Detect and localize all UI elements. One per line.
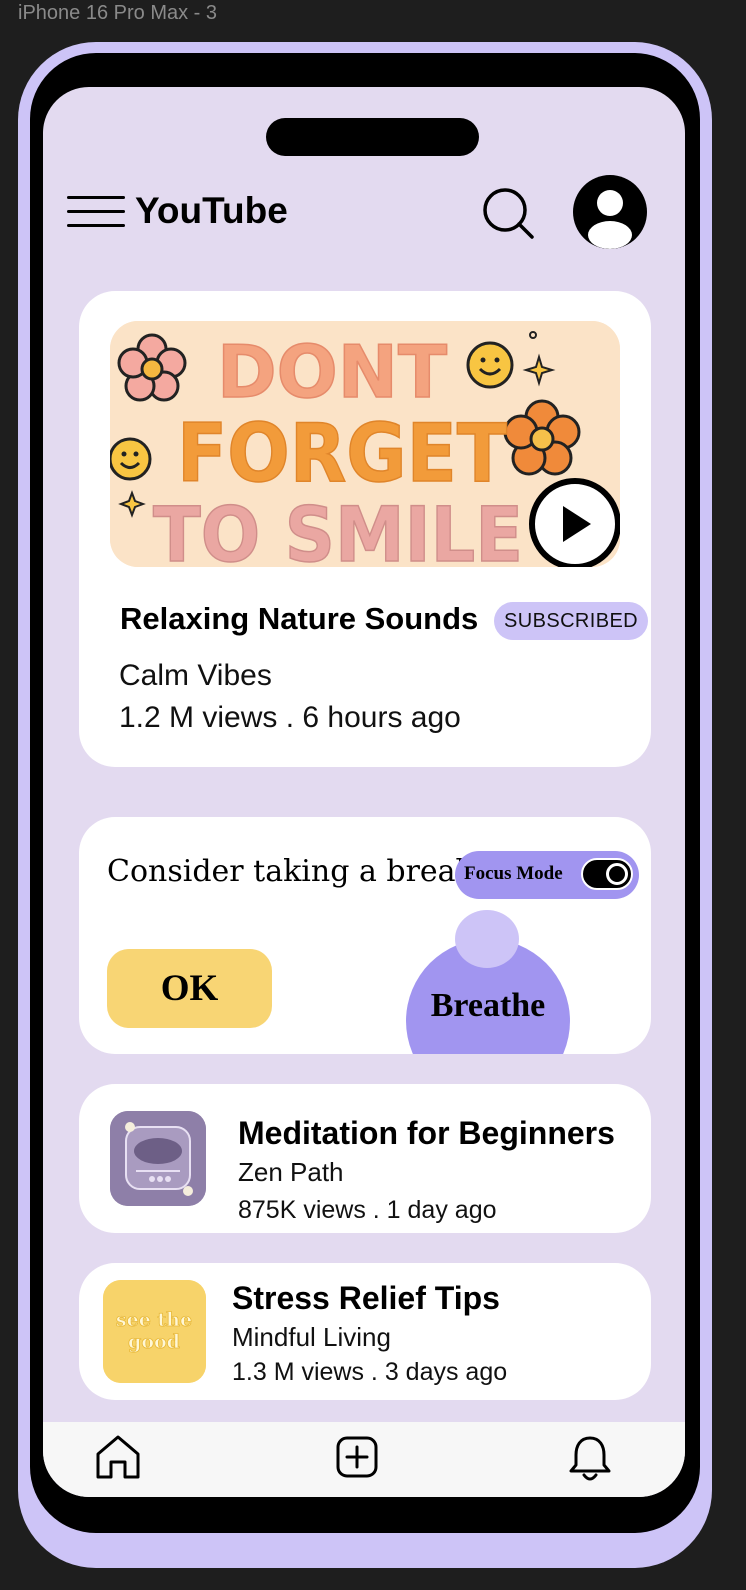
bottom-navigation bbox=[43, 1422, 685, 1497]
play-button[interactable] bbox=[529, 478, 620, 567]
video-title[interactable]: Relaxing Nature Sounds bbox=[120, 601, 478, 637]
thumbnail-text-line-2: good bbox=[128, 1331, 180, 1353]
thumbnail-text-line-1: see the bbox=[116, 1309, 192, 1331]
toggle-switch[interactable] bbox=[581, 858, 633, 890]
video-title[interactable]: Meditation for Beginners bbox=[238, 1115, 615, 1152]
focus-mode-toggle[interactable]: Focus Mode bbox=[455, 851, 639, 899]
break-reminder-card: Consider taking a break Focus Mode OK Br… bbox=[79, 817, 651, 1054]
video-meta: 1.3 M views . 3 days ago bbox=[232, 1358, 508, 1386]
breathe-bubble-decoration bbox=[455, 910, 519, 968]
thumbnail-text-line-3: TO SMILE bbox=[153, 490, 523, 567]
video-meta: 875K views . 1 day ago bbox=[238, 1196, 497, 1224]
video-channel[interactable]: Zen Path bbox=[238, 1157, 344, 1188]
add-icon[interactable] bbox=[335, 1435, 379, 1479]
video-channel[interactable]: Mindful Living bbox=[232, 1322, 391, 1353]
search-icon[interactable] bbox=[480, 185, 538, 243]
video-meta: 1.2 M views . 6 hours ago bbox=[119, 701, 461, 734]
break-message: Consider taking a break bbox=[107, 854, 474, 889]
home-icon[interactable] bbox=[93, 1432, 143, 1482]
subscribed-badge[interactable]: SUBSCRIBED bbox=[494, 602, 649, 640]
thumbnail-text-line-1: DONT bbox=[217, 330, 447, 414]
phone-screen: YouTube DONT FORGET TO SMILE Relaxing Na… bbox=[43, 87, 685, 1497]
video-channel[interactable]: Calm Vibes bbox=[119, 659, 272, 693]
video-title[interactable]: Stress Relief Tips bbox=[232, 1280, 500, 1317]
featured-video-card[interactable]: DONT FORGET TO SMILE Relaxing Nature Sou… bbox=[79, 291, 651, 767]
toggle-knob bbox=[606, 863, 628, 885]
thumbnail-text-line-2: FORGET bbox=[177, 407, 507, 500]
video-thumbnail[interactable]: DONT FORGET TO SMILE bbox=[110, 321, 620, 567]
ok-button[interactable]: OK bbox=[107, 949, 272, 1028]
menu-icon[interactable] bbox=[67, 194, 125, 228]
video-list-item[interactable]: Meditation for Beginners Zen Path 875K v… bbox=[79, 1084, 651, 1233]
video-list-item[interactable]: see the good Stress Relief Tips Mindful … bbox=[79, 1263, 651, 1400]
bell-icon[interactable] bbox=[567, 1433, 613, 1483]
video-thumbnail[interactable] bbox=[110, 1111, 206, 1206]
app-title: YouTube bbox=[135, 190, 288, 231]
frame-label: iPhone 16 Pro Max - 3 bbox=[18, 2, 217, 24]
dynamic-island bbox=[266, 118, 479, 156]
focus-mode-label: Focus Mode bbox=[464, 863, 563, 884]
user-avatar-icon[interactable] bbox=[573, 175, 647, 249]
video-thumbnail[interactable]: see the good bbox=[103, 1280, 206, 1383]
breathe-label: Breathe bbox=[430, 987, 546, 1024]
